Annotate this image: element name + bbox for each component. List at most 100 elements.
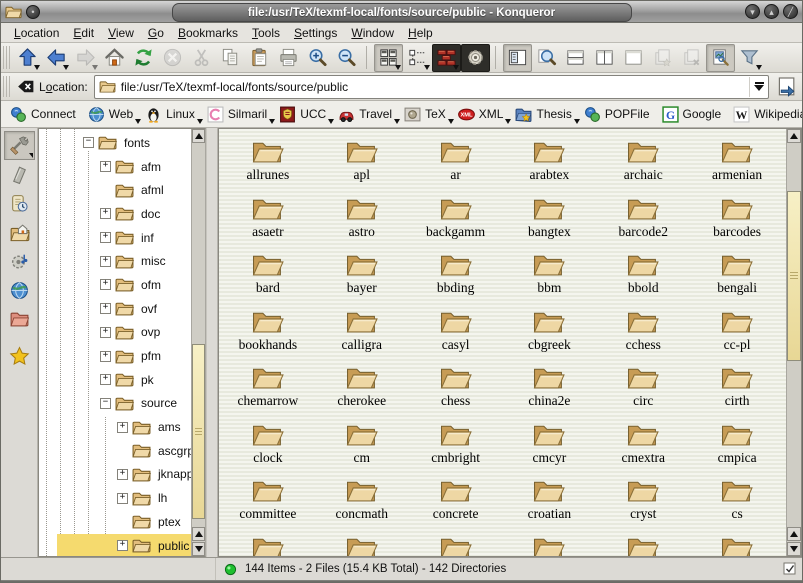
folder-barcodes[interactable]: barcodes <box>690 192 784 249</box>
paste-button[interactable] <box>245 44 274 72</box>
folder-committee[interactable]: committee <box>221 474 315 531</box>
back-button[interactable] <box>42 44 71 72</box>
tree-item-ovp[interactable]: +ovp <box>39 321 191 345</box>
preview-button[interactable] <box>706 44 735 72</box>
close-button[interactable]: ╱ <box>783 4 798 19</box>
folder-bookhands[interactable]: bookhands <box>221 305 315 362</box>
folder-cmpica[interactable]: cmpica <box>690 418 784 475</box>
bookmark-silmaril[interactable]: Silmaril <box>203 104 275 125</box>
bookmark-popfile[interactable]: POPFile <box>580 104 658 125</box>
menu-go[interactable]: Go <box>141 25 171 41</box>
folder-bengali[interactable]: bengali <box>690 248 784 305</box>
scroll-up-button[interactable] <box>787 527 801 541</box>
folder-calligra[interactable]: calligra <box>315 305 409 362</box>
toolbar-grip[interactable] <box>3 46 10 69</box>
bookmark-travel[interactable]: Travel <box>334 104 400 125</box>
folder-concmath[interactable]: concmath <box>315 474 409 531</box>
folder-bbm[interactable]: bbm <box>503 248 597 305</box>
folder-asaetr[interactable]: asaetr <box>221 192 315 249</box>
menu-location[interactable]: Location <box>7 25 66 41</box>
folder-bard[interactable]: bard <box>221 248 315 305</box>
sidebar-tab-bookmark-flag[interactable] <box>4 160 35 189</box>
folder-casyl[interactable]: casyl <box>409 305 503 362</box>
tree-item-pk[interactable]: +pk <box>39 368 191 392</box>
expander-icon[interactable]: + <box>100 374 111 385</box>
expander-icon[interactable]: + <box>117 493 128 504</box>
icon-view-button[interactable] <box>374 44 403 72</box>
go-button[interactable] <box>774 75 798 99</box>
home-button[interactable] <box>100 44 129 72</box>
bookmark-web[interactable]: Web <box>84 104 141 125</box>
folder-bangtex[interactable]: bangtex <box>503 192 597 249</box>
folder-barcode2[interactable]: barcode2 <box>596 192 690 249</box>
split-left-right-button[interactable] <box>590 44 619 72</box>
folder-partial[interactable] <box>221 531 315 557</box>
folder-partial[interactable] <box>690 531 784 557</box>
expander-icon[interactable]: + <box>100 232 111 243</box>
tree-item-inf[interactable]: +inf <box>39 226 191 250</box>
zoom-in-button[interactable] <box>303 44 332 72</box>
zoom-out-button[interactable] <box>332 44 361 72</box>
bookmark-google[interactable]: GGoogle <box>658 104 730 125</box>
folder-cs[interactable]: cs <box>690 474 784 531</box>
bookmark-thesis[interactable]: Thesis <box>511 104 579 125</box>
tree-item-ascgrp[interactable]: ascgrp <box>39 439 191 463</box>
titlebar[interactable]: • file:/usr/TeX/texmf-local/fonts/source… <box>1 1 802 23</box>
tree-item-fonts[interactable]: −fonts <box>39 131 191 155</box>
folder-archaic[interactable]: archaic <box>596 135 690 192</box>
tree-item-ptex[interactable]: ptex <box>39 510 191 534</box>
expander-icon[interactable]: − <box>83 137 94 148</box>
menu-bookmarks[interactable]: Bookmarks <box>171 25 245 41</box>
link-view-checkbox[interactable] <box>783 562 797 576</box>
expander-icon[interactable]: − <box>100 398 111 409</box>
clear-location-button[interactable] <box>13 75 37 99</box>
tree-scrollbar-thumb[interactable] <box>192 344 205 519</box>
tree-item-jknappen[interactable]: +jknappen <box>39 463 191 487</box>
stop-button[interactable] <box>158 44 187 72</box>
folder-bbding[interactable]: bbding <box>409 248 503 305</box>
folder-cherokee[interactable]: cherokee <box>315 361 409 418</box>
expander-icon[interactable]: + <box>117 422 128 433</box>
main-scrollbar[interactable] <box>786 129 801 556</box>
folder-ar[interactable]: ar <box>409 135 503 192</box>
folder-allrunes[interactable]: allrunes <box>221 135 315 192</box>
sidebar-tab-network[interactable] <box>4 276 35 305</box>
location-input[interactable]: file:/usr/TeX/texmf-local/fonts/source/p… <box>121 80 749 94</box>
copy-button[interactable] <box>216 44 245 72</box>
main-scrollbar-thumb[interactable] <box>787 191 801 361</box>
bookmark-ucc[interactable]: UCC <box>275 104 334 125</box>
folder-partial[interactable] <box>409 531 503 557</box>
folder-backgamm[interactable]: backgamm <box>409 192 503 249</box>
folder-cmcyr[interactable]: cmcyr <box>503 418 597 475</box>
scroll-up-button[interactable] <box>787 129 801 143</box>
expander-icon[interactable]: + <box>100 208 111 219</box>
sticky-button[interactable]: • <box>26 5 40 19</box>
scroll-down-button[interactable] <box>192 542 205 556</box>
tree-item-doc[interactable]: +doc <box>39 202 191 226</box>
folder-cbgreek[interactable]: cbgreek <box>503 305 597 362</box>
expander-icon[interactable]: + <box>100 351 111 362</box>
bookmark-linux[interactable]: Linux <box>141 104 203 125</box>
tree-item-ovf[interactable]: +ovf <box>39 297 191 321</box>
menu-help[interactable]: Help <box>401 25 440 41</box>
sidebar-tab-home-folder[interactable] <box>4 218 35 247</box>
forward-button[interactable] <box>71 44 100 72</box>
bookmark-connect[interactable]: Connect <box>6 104 84 125</box>
tree-item-pfm[interactable]: +pfm <box>39 344 191 368</box>
tree-item-source[interactable]: −source <box>39 392 191 416</box>
reload-button[interactable] <box>129 44 158 72</box>
scroll-up-button[interactable] <box>192 527 205 541</box>
find-button[interactable] <box>532 44 561 72</box>
expander-icon[interactable]: + <box>100 303 111 314</box>
split-top-bottom-button[interactable] <box>561 44 590 72</box>
bookmark-xml[interactable]: XMLXML <box>454 104 512 125</box>
tree-scrollbar[interactable] <box>191 129 205 556</box>
filter-button[interactable] <box>735 44 764 72</box>
folder-chess[interactable]: chess <box>409 361 503 418</box>
tree-item-misc[interactable]: +misc <box>39 249 191 273</box>
expander-icon[interactable]: + <box>117 469 128 480</box>
expander-icon[interactable]: + <box>100 256 111 267</box>
cut-button[interactable] <box>187 44 216 72</box>
folder-cm[interactable]: cm <box>315 418 409 475</box>
folder-cirth[interactable]: cirth <box>690 361 784 418</box>
